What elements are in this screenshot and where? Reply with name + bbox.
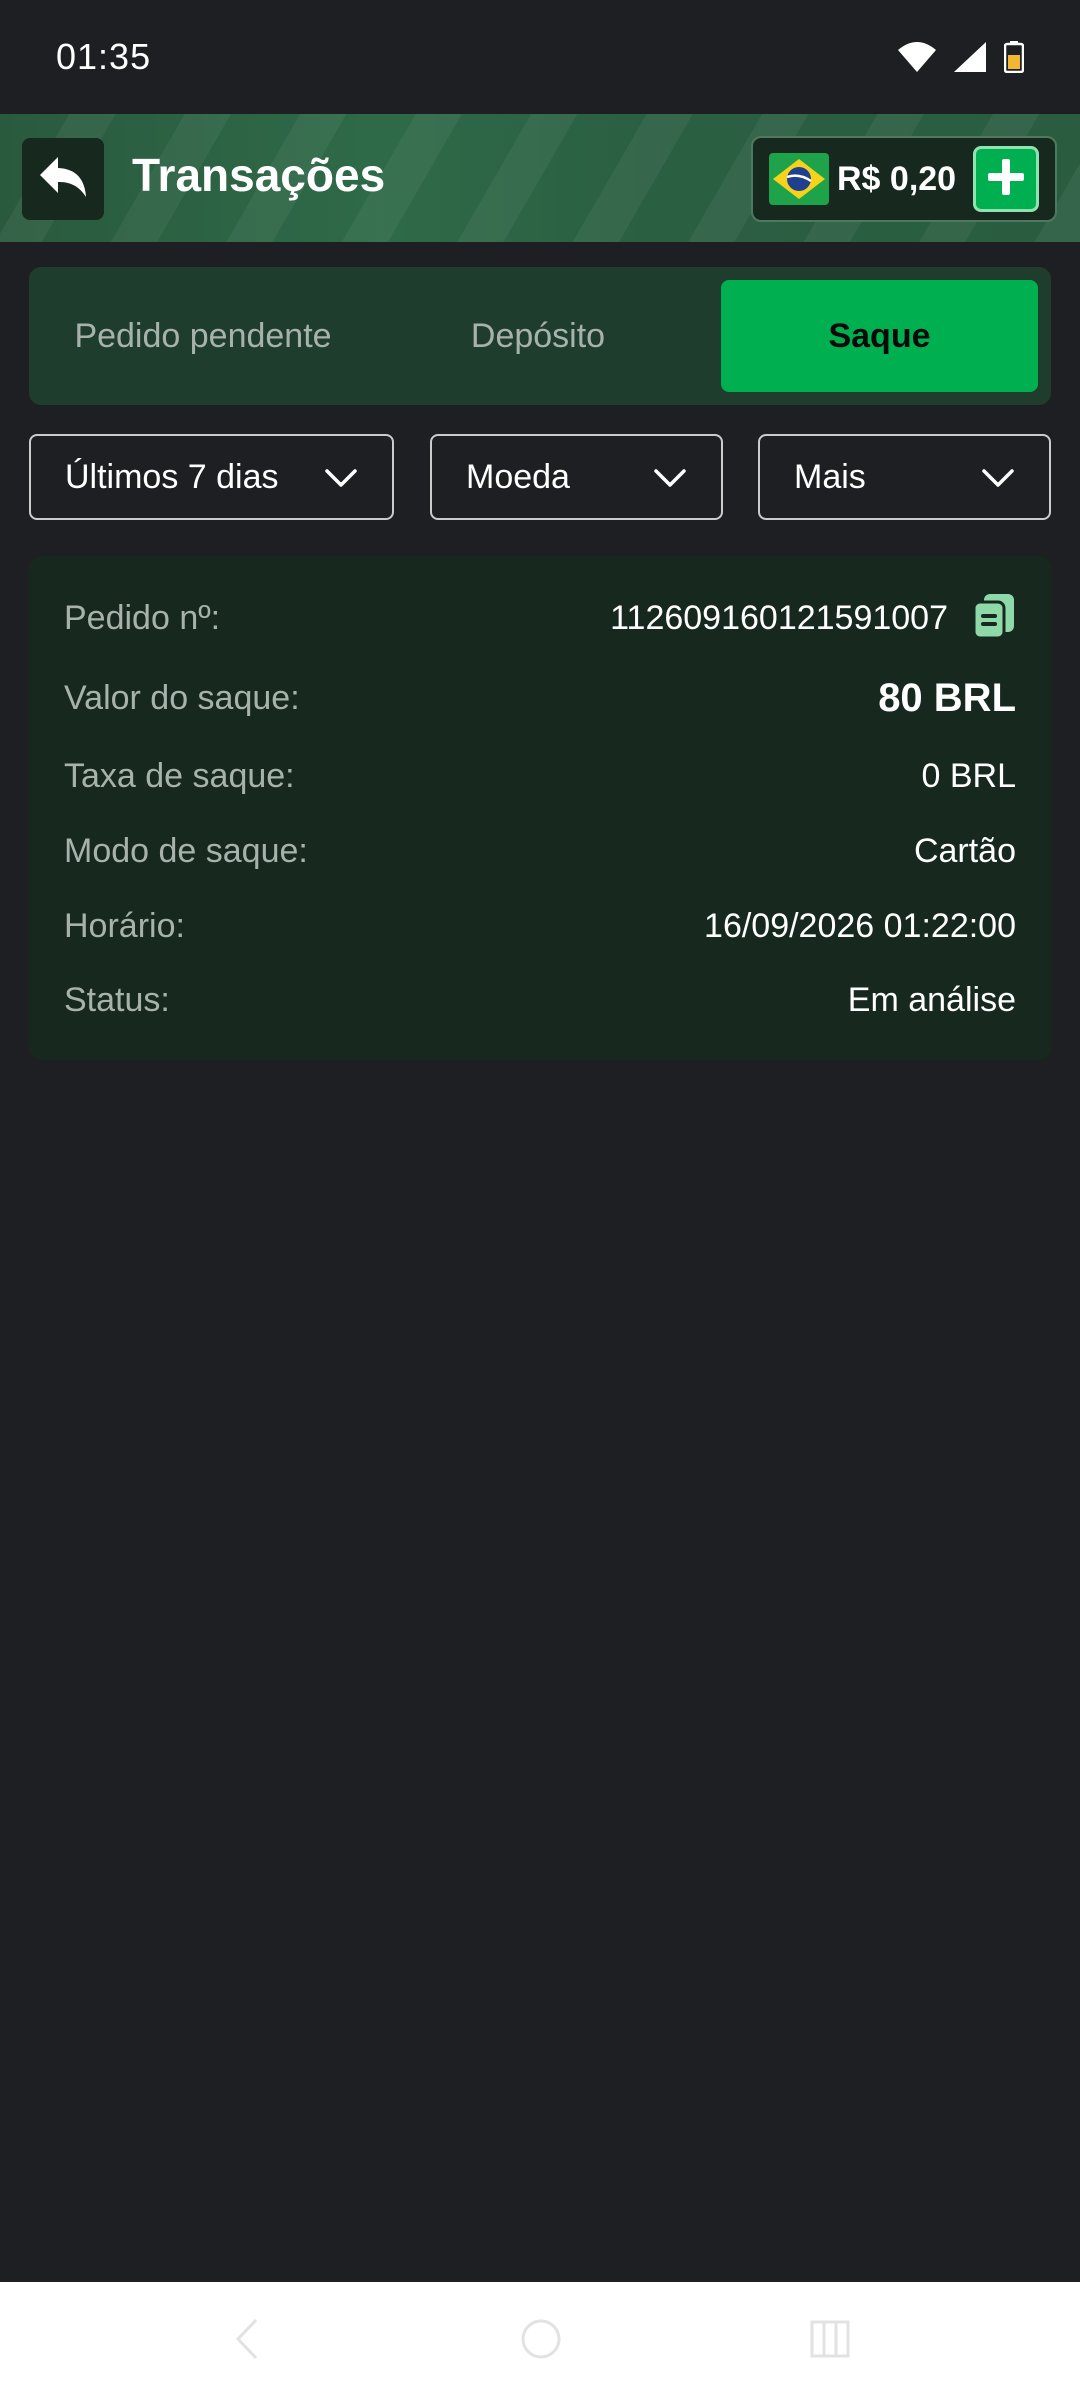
chevron-down-icon [324,458,358,497]
balance-box[interactable]: R$ 0,20 [751,136,1057,222]
cellular-signal-icon [954,42,986,72]
status-value: Em análise [847,980,1016,1019]
reply-arrow-icon [38,155,88,204]
back-icon[interactable] [232,2312,262,2371]
mode-label: Modo de saque: [64,831,308,870]
back-button[interactable] [22,138,104,220]
status-time: 01:35 [56,36,152,77]
amount-row: Valor do saque: 80 BRL [64,668,1016,728]
status-row: Status: Em análise [64,970,1016,1030]
page-title: Transações [132,149,386,201]
fee-label: Taxa de saque: [64,756,295,795]
status-bar: 01:35 [0,0,1080,114]
status-label: Status: [64,980,170,1019]
copy-icon[interactable] [972,592,1016,645]
more-filter-label: Mais [794,457,866,496]
currency-filter-label: Moeda [466,457,570,496]
tab-pending-order[interactable]: Pedido pendente [33,280,373,392]
order-number-value-wrap: 112609160121591007 [610,592,1016,645]
time-row: Horário: 16/09/2026 01:22:00 [64,896,1016,956]
app-header: Transações R$ 0,20 [0,114,1080,242]
status-icons [898,41,1024,73]
home-icon[interactable] [519,2312,563,2371]
battery-icon [1004,41,1024,73]
order-number-label: Pedido nº: [64,598,221,637]
time-label: Horário: [64,906,185,945]
wifi-icon [898,42,936,72]
balance-value: R$ 0,20 [837,159,957,198]
period-filter-label: Últimos 7 dias [65,457,279,496]
order-number-row: Pedido nº: 112609160121591007 [64,588,1016,648]
currency-filter-dropdown[interactable]: Moeda [430,434,723,520]
order-number-value: 112609160121591007 [610,598,948,637]
time-value: 16/09/2026 01:22:00 [704,906,1016,945]
mode-value: Cartão [913,831,1016,870]
fee-value: 0 BRL [921,756,1017,795]
mode-row: Modo de saque: Cartão [64,821,1016,881]
amount-value: 80 BRL [878,675,1016,720]
add-funds-button[interactable] [973,146,1039,212]
fee-row: Taxa de saque: 0 BRL [64,746,1016,806]
system-nav-bar [0,2282,1080,2400]
period-filter-dropdown[interactable]: Últimos 7 dias [29,434,394,520]
recents-icon[interactable] [808,2312,852,2371]
brazil-flag-icon [769,153,829,205]
chevron-down-icon [981,458,1015,497]
amount-label: Valor do saque: [64,678,300,717]
plus-icon [985,156,1027,203]
tab-deposit[interactable]: Depósito [373,280,703,392]
chevron-down-icon [653,458,687,497]
transaction-card: Pedido nº: 112609160121591007 Valor do s… [29,556,1051,1060]
transaction-tabs: Pedido pendente Depósito Saque [29,267,1051,405]
tab-withdraw[interactable]: Saque [721,280,1038,392]
more-filter-dropdown[interactable]: Mais [758,434,1051,520]
